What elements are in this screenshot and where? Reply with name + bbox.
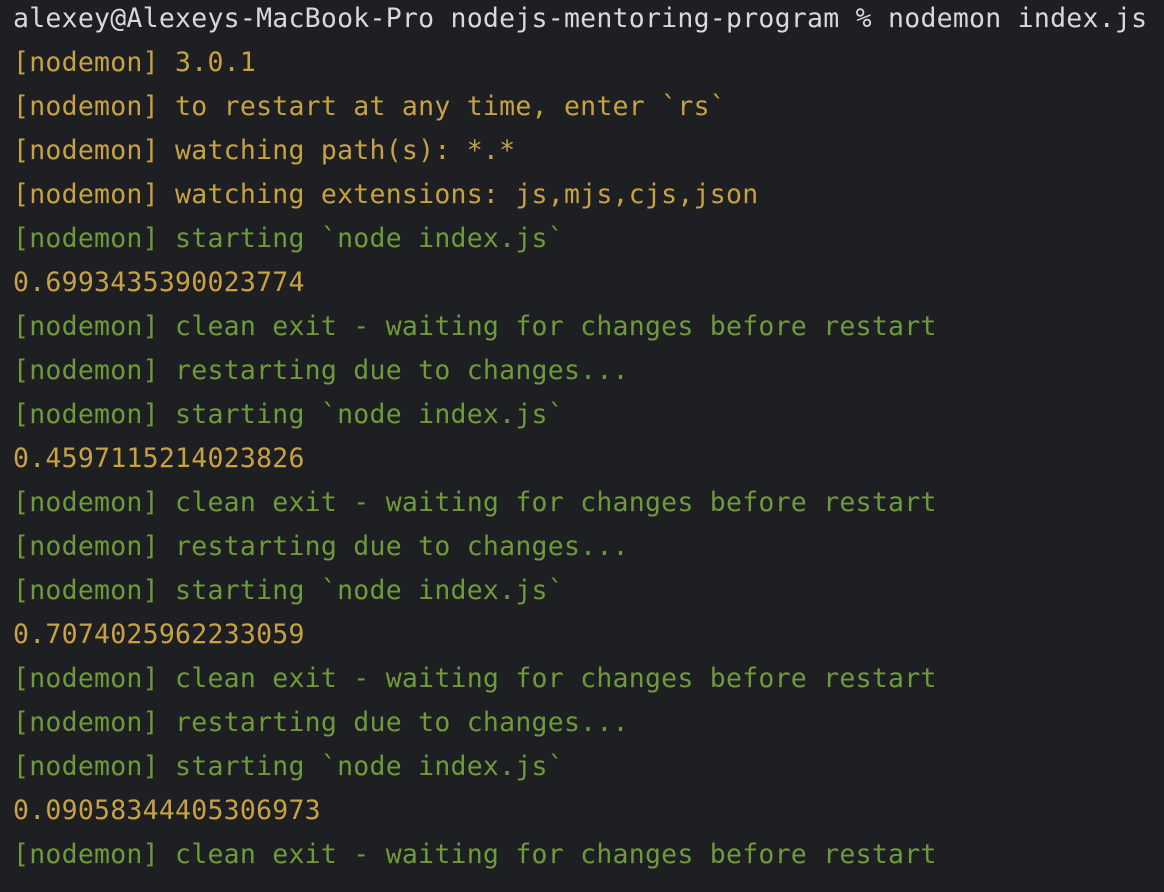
prompt-line: alexey@Alexeys-MacBook-Pro nodejs-mentor… — [13, 3, 1148, 34]
output-line: [nodemon] clean exit - waiting for chang… — [13, 663, 937, 694]
output-line: [nodemon] clean exit - waiting for chang… — [13, 839, 937, 870]
output-line: [nodemon] restarting due to changes... — [13, 531, 629, 562]
output-line: [nodemon] starting `node index.js` — [13, 751, 564, 782]
random-number-output: 0.4597115214023826 — [13, 443, 305, 474]
terminal-window[interactable]: alexey@Alexeys-MacBook-Pro nodejs-mentor… — [0, 0, 1164, 892]
output-line: [nodemon] restarting due to changes... — [13, 707, 629, 738]
random-number-output: 0.7074025962233059 — [13, 619, 305, 650]
output-line: [nodemon] clean exit - waiting for chang… — [13, 487, 937, 518]
output-line: [nodemon] to restart at any time, enter … — [13, 91, 726, 122]
output-line: [nodemon] watching path(s): *.* — [13, 135, 516, 166]
random-number-output: 0.09058344405306973 — [13, 795, 321, 826]
output-line: [nodemon] starting `node index.js` — [13, 223, 564, 254]
output-line: [nodemon] 3.0.1 — [13, 47, 257, 78]
output-line: [nodemon] restarting due to changes... — [13, 355, 629, 386]
output-line: [nodemon] starting `node index.js` — [13, 575, 564, 606]
random-number-output: 0.6993435390023774 — [13, 267, 305, 298]
output-line: [nodemon] watching extensions: js,mjs,cj… — [13, 179, 759, 210]
output-line: [nodemon] clean exit - waiting for chang… — [13, 311, 937, 342]
output-line: [nodemon] starting `node index.js` — [13, 399, 564, 430]
